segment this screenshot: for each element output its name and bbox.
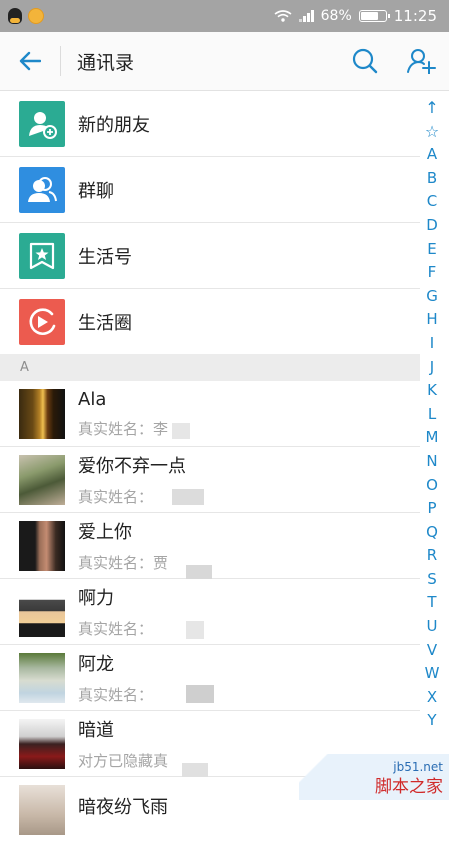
- life-account-icon: [19, 232, 65, 279]
- add-contact-button[interactable]: [393, 32, 449, 90]
- feature-item-group-chat[interactable]: 群聊: [0, 157, 420, 223]
- index-letter[interactable]: H: [426, 308, 437, 332]
- feature-label: 群聊: [78, 180, 114, 202]
- index-letter[interactable]: P: [427, 497, 436, 521]
- index-letter[interactable]: N: [426, 450, 437, 474]
- alphabet-index[interactable]: ↑ ☆ A B C D E F G H I J K L M N O P Q R S T U V W X Y: [421, 96, 443, 733]
- header: 通讯录: [0, 32, 449, 91]
- index-letter[interactable]: B: [427, 167, 437, 191]
- wifi-icon: [274, 10, 292, 22]
- new-friend-icon: [19, 100, 65, 147]
- index-letter[interactable]: X: [427, 686, 437, 710]
- search-button[interactable]: [337, 32, 393, 90]
- contact-subtitle: 真实姓名：: [78, 686, 154, 704]
- feature-list: 新的朋友 群聊 生活号 生活圈: [0, 91, 420, 355]
- index-letter[interactable]: L: [428, 403, 436, 427]
- life-circle-icon: [19, 298, 65, 345]
- index-letter[interactable]: E: [427, 238, 436, 262]
- back-button[interactable]: [0, 32, 60, 90]
- avatar: [19, 454, 65, 505]
- feature-item-life-account[interactable]: 生活号: [0, 223, 420, 289]
- index-letter[interactable]: Q: [426, 521, 438, 545]
- redaction-patch: [182, 763, 208, 777]
- battery-icon: [358, 10, 390, 22]
- contact-row[interactable]: Ala 真实姓名：李: [0, 381, 420, 447]
- feature-label: 生活圈: [78, 312, 132, 334]
- index-letter[interactable]: F: [428, 261, 437, 285]
- contact-subtitle: 真实姓名：李: [78, 419, 169, 438]
- index-letter[interactable]: C: [427, 190, 437, 214]
- index-letter[interactable]: M: [426, 426, 439, 450]
- battery-percent: 68%: [320, 8, 352, 24]
- contact-name: Ala: [78, 388, 107, 410]
- index-letter[interactable]: Y: [427, 709, 436, 733]
- avatar: [19, 388, 65, 439]
- avatar: [19, 784, 65, 835]
- index-letter[interactable]: T: [427, 591, 436, 615]
- contact-subtitle: 真实姓名：: [78, 488, 154, 506]
- watermark-name: 脚本之家: [375, 777, 443, 797]
- index-letter[interactable]: W: [425, 662, 440, 686]
- index-letter[interactable]: ↑: [425, 96, 438, 120]
- avatar: [19, 520, 65, 571]
- contact-name: 爱你不弃一点: [78, 456, 186, 477]
- contact-name: 啊力: [78, 588, 114, 609]
- avatar: [19, 718, 65, 769]
- index-letter[interactable]: ☆: [425, 120, 439, 144]
- contact-row[interactable]: 爱你不弃一点 真实姓名：: [0, 447, 420, 513]
- clock: 11:25: [393, 7, 437, 25]
- avatar: [19, 586, 65, 637]
- avatar: [19, 652, 65, 703]
- contact-subtitle: 对方已隐藏真: [78, 752, 169, 770]
- index-letter[interactable]: R: [427, 544, 437, 568]
- contact-name: 爱上你: [78, 522, 132, 543]
- index-letter[interactable]: V: [427, 639, 437, 663]
- index-letter[interactable]: G: [426, 285, 438, 309]
- contact-name: 暗夜纷飞雨: [78, 796, 168, 818]
- index-letter[interactable]: U: [427, 615, 438, 639]
- contact-row[interactable]: 阿龙 真实姓名：: [0, 645, 420, 711]
- back-arrow-icon: [19, 51, 41, 71]
- search-icon: [352, 48, 378, 74]
- index-letter[interactable]: D: [426, 214, 438, 238]
- redaction-patch: [172, 423, 190, 439]
- redaction-patch: [186, 565, 212, 579]
- index-letter[interactable]: J: [430, 356, 434, 380]
- contact-row[interactable]: 爱上你 真实姓名：贾: [0, 513, 420, 579]
- section-header-a: A: [0, 354, 420, 381]
- page-title: 通讯录: [77, 51, 135, 74]
- signal-icon: [298, 10, 314, 22]
- redaction-patch: [186, 621, 204, 639]
- app-notification-icon: [28, 8, 44, 24]
- status-bar: 68% 11:25: [0, 0, 449, 32]
- qq-notification-icon: [8, 8, 22, 24]
- feature-item-new-friends[interactable]: 新的朋友: [0, 91, 420, 157]
- feature-label: 新的朋友: [78, 114, 150, 136]
- contact-name: 暗道: [78, 720, 114, 741]
- contact-name: 阿龙: [78, 654, 114, 675]
- contact-subtitle: 真实姓名：贾: [78, 554, 169, 572]
- redaction-patch: [172, 489, 204, 505]
- feature-item-life-circle[interactable]: 生活圈: [0, 289, 420, 355]
- watermark: jb51.net 脚本之家: [299, 754, 449, 800]
- index-letter[interactable]: I: [430, 332, 434, 356]
- redaction-patch: [186, 685, 214, 703]
- contact-subtitle: 真实姓名：: [78, 620, 154, 638]
- contact-row[interactable]: 啊力 真实姓名：: [0, 579, 420, 645]
- index-letter[interactable]: S: [427, 568, 437, 592]
- group-chat-icon: [19, 166, 65, 213]
- add-contact-icon: [407, 49, 436, 74]
- feature-label: 生活号: [78, 246, 132, 268]
- index-letter[interactable]: O: [426, 474, 438, 498]
- index-letter[interactable]: K: [427, 379, 437, 403]
- index-letter[interactable]: A: [427, 143, 437, 167]
